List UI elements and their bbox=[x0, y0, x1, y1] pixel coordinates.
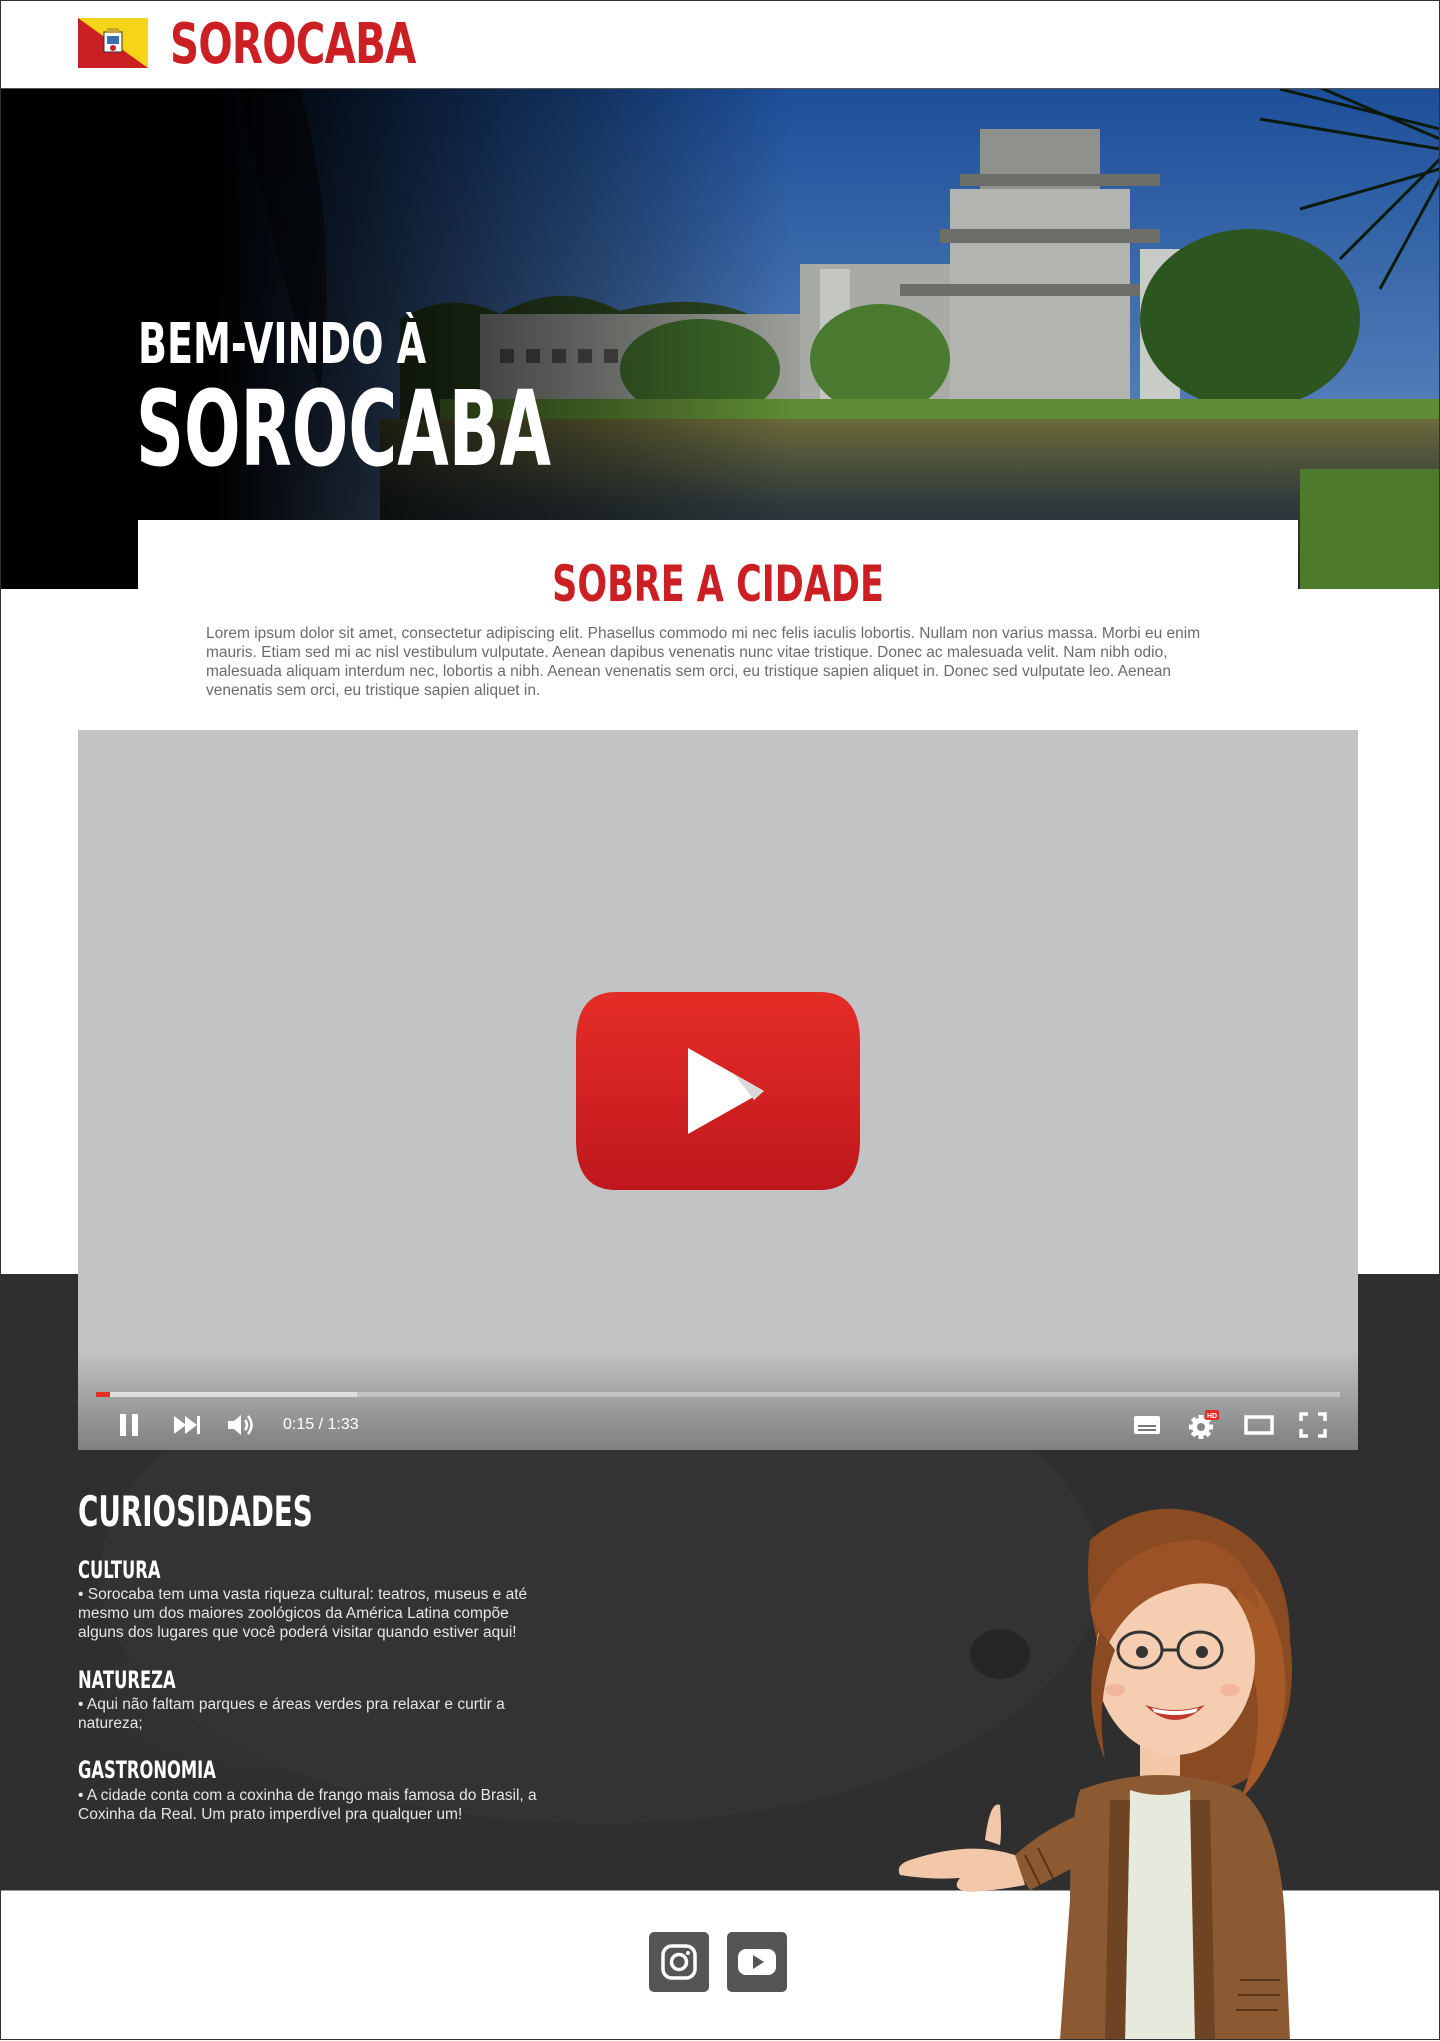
site-header: SOROCABA bbox=[0, 0, 1440, 89]
settings-button[interactable]: HD bbox=[1186, 1408, 1220, 1442]
video-buffered-bar bbox=[96, 1392, 357, 1397]
video-player[interactable]: 0:15 / 1:33 HD bbox=[78, 730, 1358, 1450]
cultura-title: CULTURA bbox=[78, 1556, 161, 1584]
subtitles-button[interactable] bbox=[1130, 1408, 1164, 1442]
youtube-link[interactable] bbox=[727, 1932, 787, 1992]
instagram-link[interactable] bbox=[649, 1932, 709, 1992]
youtube-play-icon bbox=[576, 992, 860, 1190]
gastronomia-text: • A cidade conta com a coxinha de frango… bbox=[78, 1787, 537, 1823]
controls-gradient bbox=[78, 1350, 1358, 1450]
settings-icon: HD bbox=[1189, 1410, 1219, 1439]
gastronomia-title: GASTRONOMIA bbox=[78, 1756, 216, 1784]
next-icon bbox=[174, 1416, 200, 1434]
about-title: SOBRE A CIDADE bbox=[552, 555, 884, 613]
hero-banner: BEM-VINDO À SOROCABA bbox=[0, 89, 1440, 589]
site-brand-title[interactable]: SOROCABA bbox=[170, 8, 416, 82]
about-section: SOBRE A CIDADE Lorem ipsum dolor sit ame… bbox=[138, 520, 1298, 730]
city-flag-icon bbox=[78, 18, 148, 68]
next-button[interactable] bbox=[170, 1408, 204, 1442]
theater-mode-button[interactable] bbox=[1242, 1408, 1276, 1442]
hero-city-name: SOROCABA bbox=[136, 368, 551, 490]
volume-button[interactable] bbox=[224, 1408, 258, 1442]
theater-mode-icon bbox=[1244, 1415, 1274, 1435]
fullscreen-button[interactable] bbox=[1296, 1408, 1330, 1442]
instagram-icon bbox=[661, 1944, 697, 1980]
cartoon-guide-illustration bbox=[898, 1508, 1292, 2040]
pause-button[interactable] bbox=[112, 1408, 146, 1442]
curiosidades-title: CURIOSIDADES bbox=[78, 1487, 313, 1536]
pause-icon bbox=[120, 1414, 138, 1436]
youtube-play-button[interactable] bbox=[576, 992, 860, 1190]
fullscreen-icon bbox=[1299, 1412, 1327, 1438]
video-progress-bar[interactable] bbox=[96, 1392, 1340, 1397]
natureza-title: NATUREZA bbox=[78, 1666, 176, 1694]
video-time: 0:15 / 1:33 bbox=[283, 1416, 359, 1433]
about-text: Lorem ipsum dolor sit amet, consectetur … bbox=[206, 625, 1201, 699]
youtube-icon bbox=[738, 1949, 776, 1975]
video-played-bar bbox=[96, 1392, 110, 1397]
hero-welcome-line: BEM-VINDO À bbox=[138, 312, 427, 377]
natureza-text: • Aqui não faltam parques e áreas verdes… bbox=[78, 1696, 505, 1732]
cultura-text: • Sorocaba tem uma vasta riqueza cultura… bbox=[78, 1586, 528, 1641]
subtitles-icon bbox=[1134, 1416, 1160, 1434]
volume-icon bbox=[228, 1415, 253, 1435]
quality-badge: HD bbox=[1207, 1413, 1217, 1420]
